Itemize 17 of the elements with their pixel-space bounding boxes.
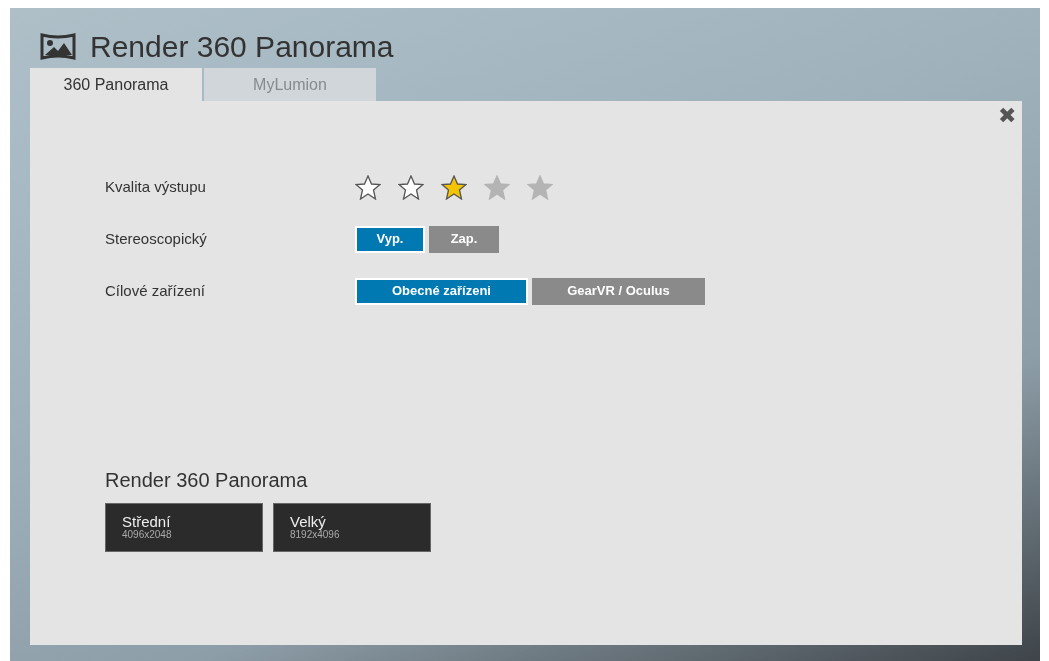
tab[interactable]: 360 Panorama — [30, 68, 202, 101]
star-icon[interactable] — [398, 174, 424, 200]
setting-label: Stereoscopický — [105, 228, 208, 249]
section-title: Render 360 Panorama — [105, 468, 309, 493]
render-button[interactable]: Střední 4096x2048 — [105, 503, 263, 552]
render-button[interactable]: Velký 8192x4096 — [273, 503, 431, 552]
setting-label: Cílové zařízení — [105, 280, 207, 301]
setting-label: Kvalita výstupu — [105, 176, 207, 197]
option-button[interactable]: Obecné zařízeni — [355, 277, 528, 305]
star-icon[interactable] — [441, 174, 467, 200]
window-title: Render 360 Panorama — [90, 28, 394, 65]
option-button[interactable]: Vyp. — [355, 225, 425, 253]
option-button[interactable]: Zap. — [429, 225, 499, 253]
star-icon[interactable] — [355, 174, 381, 200]
picture-icon — [40, 32, 76, 60]
option-button[interactable]: GearVR / Oculus — [532, 277, 705, 305]
close-button[interactable]: ✖ — [998, 105, 1016, 127]
